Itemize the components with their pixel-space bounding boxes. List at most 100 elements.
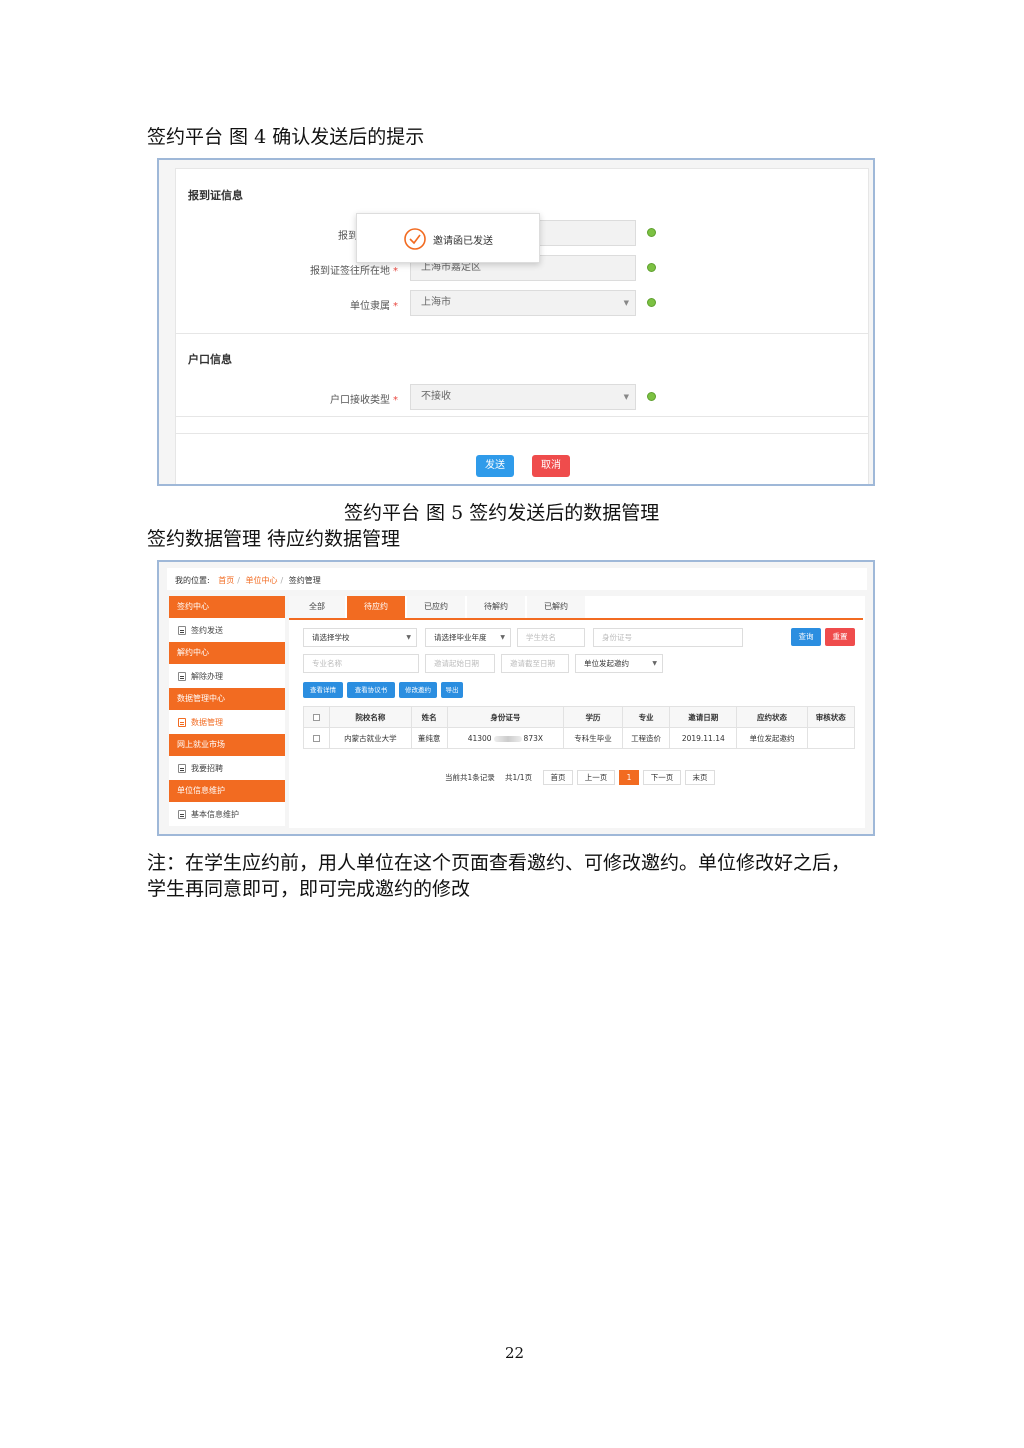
sidebar-section-header[interactable]: 解约中心	[169, 642, 285, 664]
major-input[interactable]: 专业名称	[303, 654, 419, 673]
valid-check-icon	[647, 228, 656, 237]
tab[interactable]: 待应约	[347, 596, 405, 618]
breadcrumb: 我的位置: 首页 / 单位中心 / 签约管理	[175, 576, 321, 585]
id-number-input[interactable]: 身份证号	[593, 628, 743, 647]
sidebar-item-label: 解除办理	[191, 672, 223, 681]
section-title-report-card: 报到证信息	[188, 189, 243, 202]
document-icon	[178, 626, 186, 635]
sidebar-item[interactable]: 签约发送	[169, 619, 285, 642]
table-cell-date: 2019.11.14	[669, 727, 738, 749]
grad-year-select[interactable]: 请选择毕业年度 ▼	[425, 628, 511, 647]
table-cell-major: 工程造价	[621, 727, 671, 749]
figure-4-heading: 签约平台 图 4 确认发送后的提示	[147, 126, 425, 148]
last-page-button[interactable]: 末页	[685, 770, 715, 785]
sidebar-section-header[interactable]: 数据管理中心	[169, 688, 285, 710]
chevron-down-icon: ▼	[406, 634, 411, 641]
page-1-button[interactable]: 1	[619, 770, 639, 785]
toast-message: 邀请函已发送	[433, 236, 493, 247]
column-header: 院校名称	[329, 706, 412, 728]
column-header: 应约状态	[736, 706, 808, 728]
field-label-report-card: 报到	[338, 231, 358, 242]
sidebar-item-label: 我要招聘	[191, 764, 223, 773]
success-check-icon	[404, 228, 426, 250]
tab[interactable]: 全部	[289, 596, 345, 618]
document-icon	[178, 764, 186, 773]
id-card-icon	[178, 810, 186, 819]
unit-affiliation-select[interactable]: 上海市 ▼	[410, 290, 636, 316]
school-select[interactable]: 请选择学校 ▼	[303, 628, 417, 647]
column-header: 学历	[563, 706, 623, 728]
chevron-down-icon: ▼	[623, 299, 629, 307]
column-header: 姓名	[410, 706, 448, 728]
edit-invitation-button[interactable]: 修改邀约	[399, 682, 437, 698]
row-checkbox[interactable]	[303, 727, 330, 749]
chevron-down-icon: ▼	[623, 393, 629, 401]
table-cell-id-number: 41300 873X	[446, 727, 565, 749]
chevron-down-icon: ▼	[500, 634, 505, 641]
document-icon	[178, 718, 186, 727]
figure-5-caption: 签约平台 图 5 签约发送后的数据管理	[344, 502, 660, 524]
first-page-button[interactable]: 首页	[543, 770, 573, 785]
table-cell-school: 内蒙古就业大学	[329, 727, 412, 749]
column-header: 专业	[621, 706, 671, 728]
tab[interactable]: 已应约	[407, 596, 465, 618]
field-label-household-type: 户口接收类型 *	[330, 395, 398, 406]
redacted-blur	[493, 735, 522, 742]
form-panel: 报到证信息 报到 报到证签往所在地 * 上海市嘉定区 单位隶属 * 上海市 ▼ 户口信…	[175, 168, 869, 484]
chevron-down-icon: ▼	[652, 660, 657, 667]
select-all-checkbox[interactable]	[303, 706, 330, 728]
note-line-2: 学生再同意即可，即可完成邀约的修改	[147, 878, 471, 900]
view-agreement-button[interactable]: 查看协议书	[347, 682, 395, 698]
export-button[interactable]: 导出	[441, 682, 463, 698]
prev-page-button[interactable]: 上一页	[577, 770, 615, 785]
column-header: 身份证号	[446, 706, 565, 728]
main-panel: 全部 待应约 已应约 待解约 已解约 请选择学校 ▼ 请选择毕业年度 ▼ 学生姓名 身份证号…	[289, 596, 865, 828]
sidebar-section-header[interactable]: 网上就业市场	[169, 734, 285, 756]
column-header: 审核状态	[806, 706, 856, 728]
table-row[interactable]: 内蒙古就业大学 董纯意 41300 873X 专科生毕业 工程造价 2019.11.14 单位…	[303, 727, 856, 749]
breadcrumb-unit-center-link[interactable]: 单位中心	[246, 576, 278, 585]
sidebar-item[interactable]: 基本信息维护	[169, 803, 285, 826]
sidebar: 签约中心签约发送解约中心解除办理数据管理中心数据管理网上就业市场我要招聘单位信息…	[169, 596, 285, 826]
divider	[176, 416, 868, 417]
search-button[interactable]: 查询	[791, 628, 821, 646]
figure-5-screenshot: 我的位置: 首页 / 单位中心 / 签约管理 签约中心签约发送解约中心解除办理数据管…	[157, 560, 875, 836]
initiator-select[interactable]: 单位发起邀约 ▼	[575, 654, 663, 673]
page-count: 共1/1页	[505, 773, 533, 782]
cancel-button[interactable]: 取消	[532, 455, 570, 477]
tab-underline	[289, 618, 863, 620]
sidebar-section-header[interactable]: 签约中心	[169, 596, 285, 618]
invitations-table: 院校名称 姓名 身份证号 学历 专业 邀请日期 应约状态 审核状态 内蒙古就业大学 董纯意 413…	[303, 706, 856, 749]
page-number: 22	[505, 1344, 525, 1362]
sent-toast: 邀请函已发送	[356, 213, 540, 263]
breadcrumb-current: 签约管理	[288, 576, 321, 585]
breadcrumb-home-link[interactable]: 首页	[218, 576, 234, 585]
sidebar-item-label: 数据管理	[191, 718, 223, 727]
table-header-row: 院校名称 姓名 身份证号 学历 专业 邀请日期 应约状态 审核状态	[303, 706, 856, 728]
end-date-input[interactable]: 邀请截至日期	[501, 654, 569, 673]
tab[interactable]: 待解约	[467, 596, 525, 618]
sidebar-item-label: 签约发送	[191, 626, 223, 635]
sidebar-section-header[interactable]: 单位信息维护	[169, 780, 285, 802]
divider	[176, 333, 868, 334]
sidebar-item[interactable]: 数据管理	[169, 711, 285, 734]
valid-check-icon	[647, 392, 656, 401]
column-header: 邀请日期	[669, 706, 738, 728]
sidebar-item[interactable]: 我要招聘	[169, 757, 285, 780]
view-details-button[interactable]: 查看详情	[303, 682, 343, 698]
start-date-input[interactable]: 邀请起始日期	[425, 654, 495, 673]
send-button[interactable]: 发送	[476, 455, 514, 477]
household-type-select[interactable]: 不接收 ▼	[410, 384, 636, 410]
next-page-button[interactable]: 下一页	[643, 770, 681, 785]
section-title-household: 户口信息	[188, 353, 232, 366]
student-name-input[interactable]: 学生姓名	[517, 628, 585, 647]
reset-button[interactable]: 重置	[825, 628, 855, 646]
tab[interactable]: 已解约	[527, 596, 585, 618]
id-prefix: 41300	[467, 733, 492, 743]
table-cell-name: 董纯意	[410, 727, 448, 749]
sidebar-item-label: 基本信息维护	[191, 810, 239, 819]
field-label-report-location: 报到证签往所在地 *	[310, 266, 398, 277]
valid-check-icon	[647, 263, 656, 272]
sidebar-item[interactable]: 解除办理	[169, 665, 285, 688]
document-icon	[178, 672, 186, 681]
